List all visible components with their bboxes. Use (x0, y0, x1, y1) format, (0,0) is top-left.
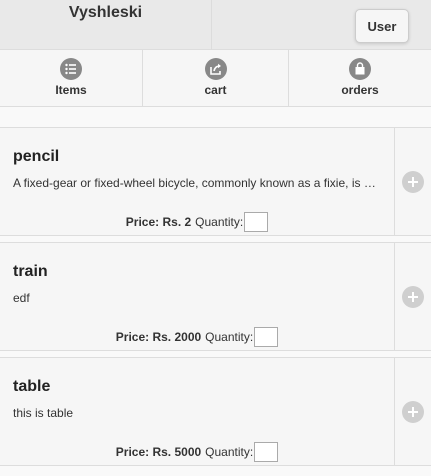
tab-orders-label: orders (341, 83, 379, 97)
header-divider (211, 0, 212, 50)
bag-icon (349, 58, 371, 80)
navbar: Items cart orders (0, 50, 431, 107)
item-details[interactable]: pencil A fixed-gear or fixed-wheel bicyc… (0, 128, 394, 208)
list-item: train edf Price: Rs. 2000 Quantity: (0, 242, 431, 351)
plus-icon (402, 170, 424, 193)
item-footer: Price: Rs. 5000 Quantity: (0, 438, 394, 465)
add-to-cart-button[interactable] (394, 358, 431, 465)
item-footer: Price: Rs. 2 Quantity: (0, 208, 394, 235)
user-button[interactable]: User (355, 9, 409, 43)
item-footer: Price: Rs. 2000 Quantity: (0, 323, 394, 350)
quantity-label: Quantity: (205, 444, 254, 459)
quantity-input[interactable] (244, 211, 269, 232)
item-price: Price: Rs. 5000 (115, 444, 202, 459)
page-title: Vyshleski (68, 4, 143, 21)
item-details[interactable]: train edf (0, 243, 394, 323)
quantity-label: Quantity: (195, 214, 244, 229)
quantity-label: Quantity: (205, 329, 254, 344)
item-description: edf (13, 291, 30, 305)
quantity-input[interactable] (254, 441, 279, 462)
list-icon (60, 58, 82, 80)
item-list: pencil A fixed-gear or fixed-wheel bicyc… (0, 127, 431, 472)
item-name: pencil (13, 148, 60, 165)
tab-items[interactable]: Items (0, 50, 143, 106)
tab-cart[interactable]: cart (143, 50, 289, 106)
item-description: A fixed-gear or fixed-wheel bicycle, com… (13, 176, 379, 190)
tab-orders[interactable]: orders (289, 50, 431, 106)
item-description: this is table (13, 406, 74, 420)
item-price: Price: Rs. 2 (125, 214, 192, 229)
tab-items-label: Items (55, 83, 87, 97)
add-to-cart-button[interactable] (394, 128, 431, 235)
item-name: table (13, 378, 51, 395)
item-name: train (13, 263, 48, 280)
plus-icon (402, 285, 424, 308)
plus-icon (402, 400, 424, 423)
header-bar: Vyshleski User (0, 0, 431, 50)
list-item: table this is table Price: Rs. 5000 Quan… (0, 357, 431, 466)
item-details[interactable]: table this is table (0, 358, 394, 438)
quantity-input[interactable] (254, 326, 279, 347)
item-price: Price: Rs. 2000 (115, 329, 202, 344)
share-icon (204, 58, 227, 80)
tab-cart-label: cart (204, 83, 227, 97)
list-item: pencil A fixed-gear or fixed-wheel bicyc… (0, 127, 431, 236)
add-to-cart-button[interactable] (394, 243, 431, 350)
